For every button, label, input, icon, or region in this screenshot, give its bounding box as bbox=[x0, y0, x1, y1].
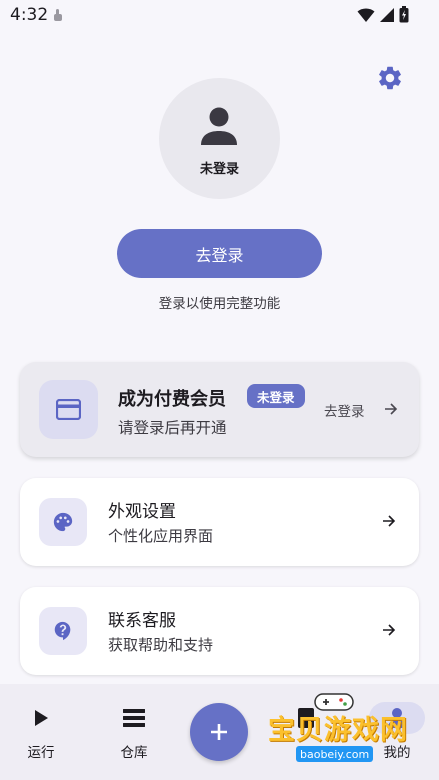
appearance-title: 外观设置 bbox=[108, 502, 176, 522]
arrow-right-icon bbox=[383, 515, 396, 527]
person-icon bbox=[201, 107, 237, 145]
bottom-navigation: 运行 仓库 我的 宝贝游戏网 baobeiy.com bbox=[0, 684, 439, 780]
avatar-status-label: 未登录 bbox=[199, 162, 239, 177]
login-hint: 登录以使用完整功能 bbox=[158, 296, 281, 312]
support-icon-box bbox=[39, 607, 87, 655]
help-icon bbox=[54, 621, 71, 641]
battery-icon bbox=[399, 6, 409, 23]
status-time: 4:32 bbox=[10, 5, 49, 25]
appearance-subtitle: 个性化应用界面 bbox=[108, 527, 214, 545]
login-button[interactable]: 去登录 bbox=[117, 229, 322, 278]
gear-icon bbox=[379, 66, 401, 90]
status-bar: 4:32 bbox=[0, 0, 439, 32]
watermark-url: baobeiy.com bbox=[296, 746, 374, 762]
credit-card-icon bbox=[56, 399, 81, 420]
membership-login-link[interactable]: 去登录 bbox=[324, 400, 365, 420]
watermark-text: 宝贝游戏网 bbox=[268, 715, 408, 746]
arrow-right-icon bbox=[385, 403, 398, 415]
palette-icon bbox=[53, 512, 73, 532]
add-button[interactable] bbox=[190, 703, 248, 761]
membership-card[interactable]: 成为付费会员 未登录 请登录后再开通 去登录 bbox=[20, 362, 419, 457]
nav-label-run: 运行 bbox=[27, 745, 55, 761]
plus-icon bbox=[211, 724, 227, 740]
support-title: 联系客服 bbox=[108, 611, 176, 631]
membership-icon-box bbox=[39, 380, 98, 439]
play-icon bbox=[35, 710, 48, 726]
wifi-icon bbox=[357, 8, 375, 22]
signal-icon bbox=[380, 7, 394, 22]
customer-support-row[interactable]: 联系客服 获取帮助和支持 bbox=[20, 587, 419, 675]
membership-title: 成为付费会员 bbox=[118, 389, 226, 410]
appearance-settings-row[interactable]: 外观设置 个性化应用界面 bbox=[20, 478, 419, 566]
list-icon bbox=[123, 709, 145, 727]
status-badge: 未登录 bbox=[247, 384, 305, 408]
arrow-right-icon bbox=[383, 624, 396, 636]
nav-item-run[interactable]: 运行 bbox=[1, 684, 81, 780]
appearance-icon-box bbox=[39, 498, 87, 546]
membership-subtitle: 请登录后再开通 bbox=[118, 419, 227, 437]
nav-item-repository[interactable]: 仓库 bbox=[94, 684, 174, 780]
support-subtitle: 获取帮助和支持 bbox=[108, 636, 214, 654]
watermark-logo: 宝贝游戏网 baobeiy.com bbox=[262, 690, 438, 774]
avatar[interactable]: 未登录 bbox=[159, 78, 280, 199]
settings-button[interactable] bbox=[376, 64, 404, 92]
nav-label-repository: 仓库 bbox=[120, 745, 148, 761]
touch-notification-icon bbox=[54, 9, 62, 21]
